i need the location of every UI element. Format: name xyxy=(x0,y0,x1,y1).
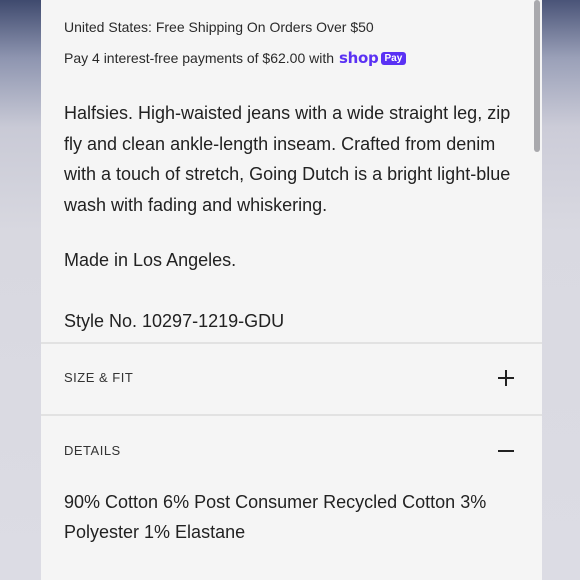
plus-icon[interactable] xyxy=(498,370,514,386)
background-right xyxy=(542,0,580,580)
made-in-text: Made in Los Angeles. xyxy=(64,250,237,270)
details-line: 90% Cotton 6% Post Consumer Recycled Cot… xyxy=(64,492,487,512)
details-line: Polyester 1% Elastane xyxy=(64,522,246,542)
product-info-panel: United States: Free Shipping On Orders O… xyxy=(41,0,542,580)
minus-icon[interactable] xyxy=(498,443,514,459)
shop-pay-logo[interactable]: shop xyxy=(339,49,379,67)
shop-pay-badge[interactable]: Pay xyxy=(380,51,407,65)
style-number: Style No. 10297-1219-GDU xyxy=(64,311,285,331)
divider xyxy=(41,414,542,416)
background-left xyxy=(0,0,41,580)
product-description: Halfsies. High-waisted jeans with a wide… xyxy=(64,98,534,220)
scrollbar-thumb[interactable] xyxy=(534,0,540,152)
details-label: DETAILS xyxy=(64,443,121,458)
shipping-notice: United States: Free Shipping On Orders O… xyxy=(64,19,374,35)
installments-text: Pay 4 interest-free payments of $62.00 w… xyxy=(64,50,335,66)
description-line: fly and clean ankle-length inseam. Craft… xyxy=(64,133,496,154)
shop-pay-installments: Pay 4 interest-free payments of $62.00 w… xyxy=(64,49,407,67)
size-fit-accordion-header[interactable]: SIZE & FIT xyxy=(41,358,542,398)
description-line: wash with fading and whiskering. xyxy=(64,194,328,215)
description-line: with a touch of stretch, Going Dutch is … xyxy=(64,164,511,184)
details-accordion-header[interactable]: DETAILS xyxy=(41,431,542,471)
details-content: 90% Cotton 6% Post Consumer Recycled Cot… xyxy=(64,487,534,547)
size-fit-label: SIZE & FIT xyxy=(64,370,134,385)
description-line: Halfsies. High-waisted jeans with a wide… xyxy=(64,103,511,123)
divider xyxy=(41,342,542,344)
